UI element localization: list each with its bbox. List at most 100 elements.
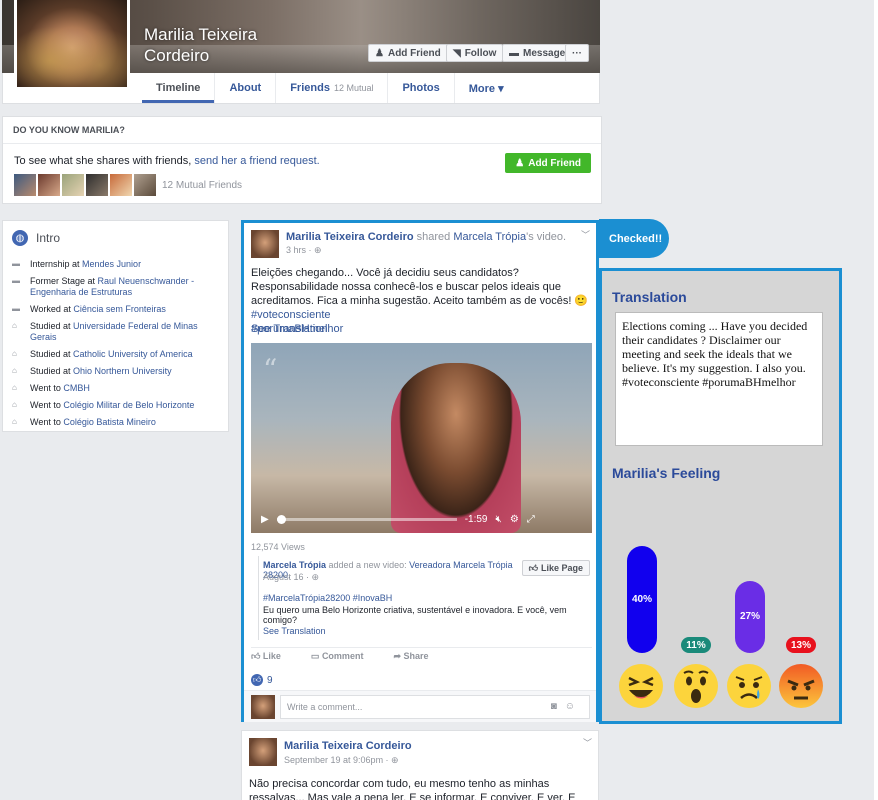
mute-icon[interactable]: 🔇︎ bbox=[496, 514, 502, 525]
see-translation-link[interactable]: See Translation bbox=[263, 626, 326, 636]
globe-icon: ◍ bbox=[12, 230, 28, 246]
like-page-button[interactable]: 👍︎ Like Page bbox=[521, 560, 590, 576]
graduation-cap-icon: ⌂ bbox=[12, 417, 17, 426]
feeling-title: Marilia's Feeling bbox=[612, 465, 721, 481]
shared-page-link[interactable]: Marcela Trópia bbox=[453, 231, 526, 243]
briefcase-icon: ▬ bbox=[12, 304, 20, 313]
message-button[interactable]: ▬ Message bbox=[502, 44, 573, 62]
tab-photos[interactable]: Photos bbox=[387, 73, 453, 103]
like-button[interactable]: 👍︎ Like bbox=[251, 651, 281, 665]
avatar[interactable] bbox=[38, 174, 60, 196]
mutual-friends-avatars bbox=[14, 174, 156, 196]
shared-original-post: Marcela Trópia added a new video: Veread… bbox=[258, 556, 594, 640]
share-button[interactable]: ➦ Share bbox=[393, 651, 428, 665]
add-friend-button[interactable]: ♟ Add Friend bbox=[368, 44, 448, 62]
translation-text: Elections coming ... Have you decided th… bbox=[615, 312, 823, 446]
video-progress-bar[interactable] bbox=[276, 514, 457, 524]
profile-tabs: Timeline About Friends 12 Mutual Photos … bbox=[142, 73, 518, 103]
tab-about[interactable]: About bbox=[214, 73, 275, 103]
page-edge bbox=[874, 0, 878, 800]
tab-more[interactable]: More ▾ bbox=[453, 73, 518, 103]
tab-friends[interactable]: Friends 12 Mutual bbox=[275, 73, 387, 103]
intro-item-school-cmbh: ⌂ Went to CMBH bbox=[12, 383, 90, 393]
shared-hashtags[interactable]: #MarcelaTrópia28200 #InovaBH bbox=[263, 593, 392, 603]
avatar[interactable] bbox=[251, 230, 279, 258]
intro-card: ◍ Intro ▬ Internship at Mendes Junior ▬ Fo… bbox=[2, 220, 229, 432]
see-translation-link[interactable]: See Translation bbox=[251, 323, 327, 335]
graduation-cap-icon: ⌂ bbox=[12, 383, 17, 392]
add-friend-icon: ♟ bbox=[375, 47, 384, 59]
shared-post-text: Eu quero uma Belo Horizonte criativa, su… bbox=[263, 605, 567, 625]
avatar bbox=[251, 695, 275, 719]
avatar[interactable] bbox=[62, 174, 84, 196]
feeling-bar-laughing: 40% bbox=[627, 545, 657, 653]
shared-post-date[interactable]: August 16 · ⊕ bbox=[263, 572, 319, 583]
thumbs-up-icon: 👍︎ bbox=[528, 562, 538, 573]
like-count[interactable]: 👍︎ 9 bbox=[251, 674, 273, 686]
feeling-bar-sad: 27% bbox=[735, 580, 765, 653]
friend-request-prompt: To see what she shares with friends, sen… bbox=[14, 155, 320, 167]
feeling-bar-angry: 13% bbox=[786, 637, 816, 653]
chevron-down-icon[interactable]: ﹀ bbox=[581, 228, 590, 241]
hashtag-link[interactable]: #voteconsciente bbox=[251, 309, 331, 321]
comment-composer: Write a comment... ◙☺ bbox=[244, 690, 596, 722]
follow-button[interactable]: ◥ Follow bbox=[446, 44, 504, 62]
profile-name[interactable]: Marilia Teixeira Cordeiro bbox=[144, 24, 294, 66]
add-friend-button-green[interactable]: ♟ Add Friend bbox=[505, 153, 591, 173]
chevron-down-icon[interactable]: ﹀ bbox=[583, 736, 592, 749]
mutual-friends-count[interactable]: 12 Mutual Friends bbox=[162, 180, 242, 191]
avatar[interactable] bbox=[249, 738, 277, 766]
avatar[interactable] bbox=[86, 174, 108, 196]
avatar[interactable] bbox=[14, 174, 36, 196]
briefcase-icon: ▬ bbox=[12, 259, 20, 268]
comment-button[interactable]: ▭ Comment bbox=[311, 651, 364, 665]
do-you-know-title: DO YOU KNOW MARILIA? bbox=[13, 125, 125, 135]
profile-picture[interactable] bbox=[14, 0, 130, 90]
checked-badge: Checked!! bbox=[599, 219, 669, 258]
avatar[interactable] bbox=[110, 174, 132, 196]
intro-list: ▬ Internship at Mendes Junior ▬ Former Sta… bbox=[12, 259, 222, 434]
post-header: Marilia Teixeira Cordeiro bbox=[284, 740, 574, 752]
shared-page-name[interactable]: Marcela Trópia bbox=[263, 560, 326, 570]
divider bbox=[3, 143, 601, 144]
post-actions: 👍︎ Like ▭ Comment ➦ Share bbox=[251, 647, 592, 665]
more-options-button[interactable]: ··· bbox=[565, 44, 589, 62]
camera-icon[interactable]: ◙ bbox=[551, 701, 565, 712]
emoji-icon[interactable]: ☺ bbox=[565, 701, 583, 712]
post-author-link[interactable]: Marilia Teixeira Cordeiro bbox=[284, 740, 412, 752]
briefcase-icon: ▬ bbox=[12, 276, 20, 285]
send-friend-request-link[interactable]: send her a friend request. bbox=[194, 155, 319, 167]
post-text: Não precisa concordar com tudo, eu mesmo… bbox=[249, 778, 576, 800]
thumbs-up-icon: 👍︎ bbox=[251, 674, 263, 686]
intro-header: ◍ Intro bbox=[12, 230, 60, 246]
post-timestamp[interactable]: 3 hrs · ⊕ bbox=[286, 245, 322, 256]
graduation-cap-icon: ⌂ bbox=[12, 321, 17, 330]
shared-video-post: Marilia Teixeira Cordeiro shared Marcela… bbox=[241, 220, 599, 722]
translation-panel: Translation Elections coming ... Have yo… bbox=[599, 268, 842, 724]
tab-timeline[interactable]: Timeline bbox=[142, 73, 215, 103]
sad-emoji-icon bbox=[726, 663, 772, 709]
video-player[interactable]: “ ▶ -1:59 🔇︎ ⚙ ⤢ bbox=[251, 343, 592, 533]
post-header: Marilia Teixeira Cordeiro shared Marcela… bbox=[286, 231, 567, 243]
view-count: 12,574 Views bbox=[251, 542, 305, 552]
message-icon: ▬ bbox=[509, 47, 519, 59]
translation-title: Translation bbox=[612, 289, 687, 305]
rss-icon: ◥ bbox=[453, 47, 461, 59]
avatar[interactable] bbox=[134, 174, 156, 196]
laughing-emoji-icon bbox=[618, 663, 664, 709]
fullscreen-icon[interactable]: ⤢ bbox=[527, 514, 535, 525]
settings-icon[interactable]: ⚙ bbox=[510, 514, 519, 525]
comment-input[interactable]: Write a comment... ◙☺ bbox=[280, 695, 590, 719]
surprised-emoji-icon bbox=[673, 663, 719, 709]
intro-item-internship: ▬ Internship at Mendes Junior bbox=[12, 259, 142, 269]
graduation-cap-icon: ⌂ bbox=[12, 400, 17, 409]
post-timestamp[interactable]: September 19 at 9:06pm · ⊕ bbox=[284, 755, 399, 766]
graduation-cap-icon: ⌂ bbox=[12, 349, 17, 358]
graduation-cap-icon: ⌂ bbox=[12, 366, 17, 375]
play-icon[interactable]: ▶ bbox=[261, 514, 269, 525]
post-author-link[interactable]: Marilia Teixeira Cordeiro bbox=[286, 231, 414, 243]
intro-item-study-ohio: ⌂ Studied at Ohio Northern University bbox=[12, 366, 172, 376]
text-post: Marilia Teixeira Cordeiro September 19 a… bbox=[241, 730, 599, 800]
intro-item-work: ▬ Worked at Ciência sem Fronteiras bbox=[12, 304, 166, 314]
add-friend-icon: ♟ bbox=[515, 157, 525, 169]
